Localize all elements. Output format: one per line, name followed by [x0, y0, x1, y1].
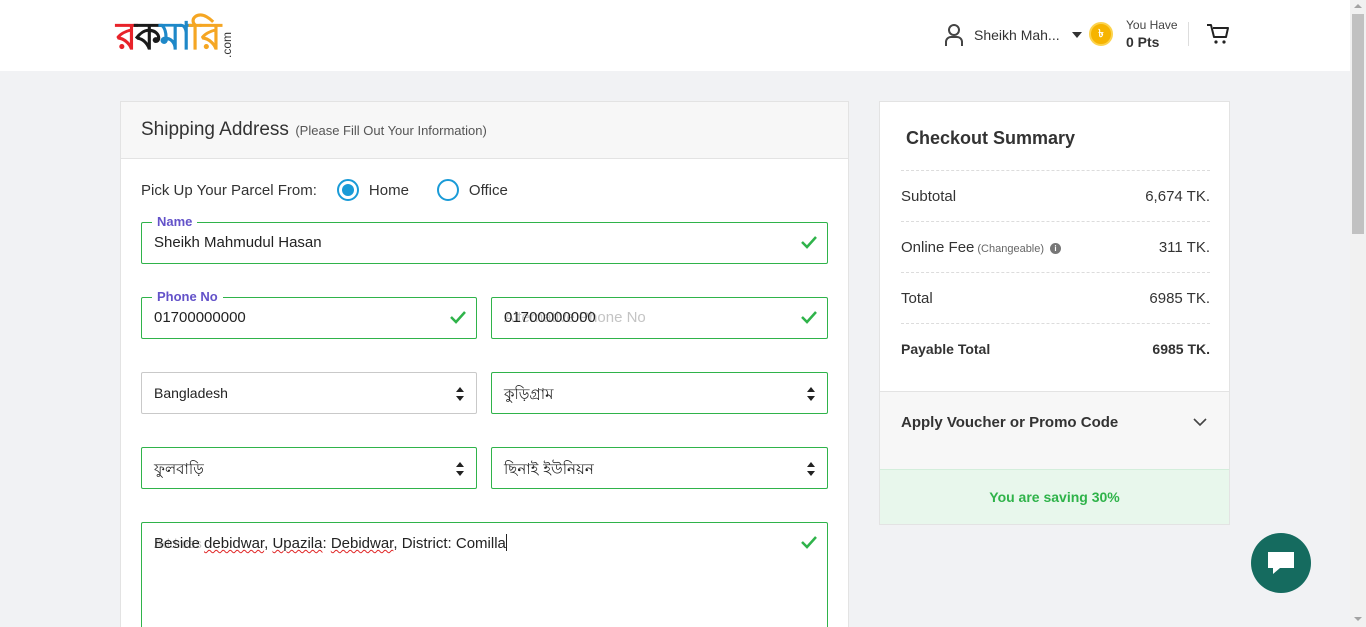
country-value: Bangladesh — [154, 385, 228, 401]
select-arrows-icon — [807, 387, 815, 401]
address-textarea[interactable]: Address Beside debidwar, Upazila: Debidw… — [141, 522, 828, 627]
valid-check-icon — [450, 311, 466, 324]
radio-office[interactable] — [436, 179, 459, 201]
shipping-address-card: Shipping Address (Please Fill Out Your I… — [120, 101, 849, 627]
voucher-toggle[interactable]: Apply Voucher or Promo Code — [880, 391, 1229, 469]
select-arrows-icon — [456, 462, 464, 476]
valid-check-icon — [801, 311, 817, 324]
name-value: Sheikh Mahmudul Hasan — [154, 234, 322, 251]
alt-phone-value: 01700000000 — [504, 309, 596, 326]
summary-rows: Subtotal 6,674 TK. Online Fee (Changeable… — [901, 170, 1210, 374]
upazila-value: ফুলবাড়ি — [154, 460, 204, 478]
radio-selected-dot — [341, 184, 354, 196]
row-value: 6985 TK. — [1152, 341, 1210, 357]
page-scrollbar[interactable] — [1350, 0, 1366, 627]
points-label: You Have — [1126, 18, 1178, 32]
points-value: 0 Pts — [1126, 34, 1160, 50]
logo-wordmark: রকমারি — [116, 14, 221, 58]
header-divider — [1188, 22, 1189, 46]
rokomari-logo[interactable]: রকমারি .com — [116, 14, 235, 58]
valid-check-icon — [801, 236, 817, 249]
chevron-down-icon — [1193, 418, 1207, 427]
row-value: 6985 TK. — [1149, 289, 1210, 307]
voucher-label: Apply Voucher or Promo Code — [901, 414, 1119, 431]
caret-down-icon[interactable] — [1072, 32, 1082, 38]
pickup-label: Pick Up Your Parcel From: — [141, 181, 317, 199]
select-arrows-icon — [456, 387, 464, 401]
summary-row-online-fee: Online Fee (Changeable) i 311 TK. — [901, 221, 1210, 272]
scroll-up-arrow-icon[interactable] — [1354, 4, 1362, 8]
phone-value: 01700000000 — [154, 309, 246, 326]
summary-title: Checkout Summary — [906, 128, 1076, 148]
row-label: Total — [901, 289, 933, 307]
address-value: Beside debidwar, Upazila: Debidwar, Dist… — [154, 534, 507, 552]
pickup-selector: Pick Up Your Parcel From: Home Office — [141, 178, 508, 202]
saving-banner: You are saving 30% — [880, 469, 1229, 524]
row-label-group: Online Fee (Changeable) i — [901, 238, 1062, 256]
chat-bubble-icon — [1268, 552, 1294, 574]
alt-phone-field[interactable]: Alternative Phone No 01700000000 — [491, 297, 828, 339]
name-field[interactable]: Name Sheikh Mahmudul Hasan — [141, 214, 828, 264]
row-value: 6,674 TK. — [1145, 187, 1210, 205]
summary-row-subtotal: Subtotal 6,674 TK. — [901, 170, 1210, 221]
district-value: কুড়িগ্রাম — [504, 385, 554, 403]
checkout-summary-card: Checkout Summary Subtotal 6,674 TK. Onli… — [879, 101, 1230, 525]
row-note: (Changeable) — [977, 242, 1045, 255]
row-label: Online Fee — [901, 238, 975, 256]
radio-home-label[interactable]: Home — [369, 182, 409, 199]
summary-row-total: Total 6985 TK. — [901, 272, 1210, 323]
phone-legend: Phone No — [152, 289, 223, 305]
coin-icon: ৳ — [1089, 22, 1113, 46]
scroll-thumb[interactable] — [1352, 14, 1364, 234]
top-header: রকমারি .com Sheikh Mah... ৳ You Have 0 P… — [0, 0, 1350, 71]
select-arrows-icon — [807, 462, 815, 476]
text-cursor — [505, 534, 507, 551]
upazila-select[interactable]: ফুলবাড়ি — [141, 447, 477, 489]
saving-text: You are saving 30% — [989, 489, 1120, 505]
phone-field[interactable]: Phone No 01700000000 — [141, 289, 477, 339]
union-value: ছিনাই ইউনিয়ন — [504, 460, 594, 478]
radio-office-label[interactable]: Office — [469, 182, 508, 199]
summary-row-payable-total: Payable Total 6985 TK. — [901, 323, 1210, 374]
country-select[interactable]: Bangladesh — [141, 372, 477, 414]
shipping-title: Shipping Address — [141, 119, 289, 140]
name-legend: Name — [152, 214, 198, 230]
valid-check-icon — [801, 536, 817, 549]
district-select[interactable]: কুড়িগ্রাম — [491, 372, 828, 414]
scroll-down-arrow-icon[interactable] — [1354, 617, 1362, 621]
shipping-subtitle: (Please Fill Out Your Information) — [295, 123, 487, 138]
info-icon[interactable]: i — [1050, 242, 1062, 254]
points-display[interactable]: You Have 0 Pts — [1126, 18, 1178, 51]
shipping-header: Shipping Address (Please Fill Out Your I… — [121, 102, 848, 159]
row-label: Subtotal — [901, 187, 957, 205]
row-label: Payable Total — [901, 341, 991, 357]
user-icon — [945, 24, 963, 46]
user-name: Sheikh Mah... — [974, 27, 1060, 43]
radio-home[interactable] — [336, 179, 359, 201]
user-menu[interactable]: Sheikh Mah... — [944, 20, 1082, 50]
cart-icon[interactable] — [1206, 22, 1230, 46]
logo-domain: .com — [220, 31, 235, 58]
row-value: 311 TK. — [1158, 238, 1210, 256]
union-select[interactable]: ছিনাই ইউনিয়ন — [491, 447, 828, 489]
chat-button[interactable] — [1251, 533, 1311, 593]
